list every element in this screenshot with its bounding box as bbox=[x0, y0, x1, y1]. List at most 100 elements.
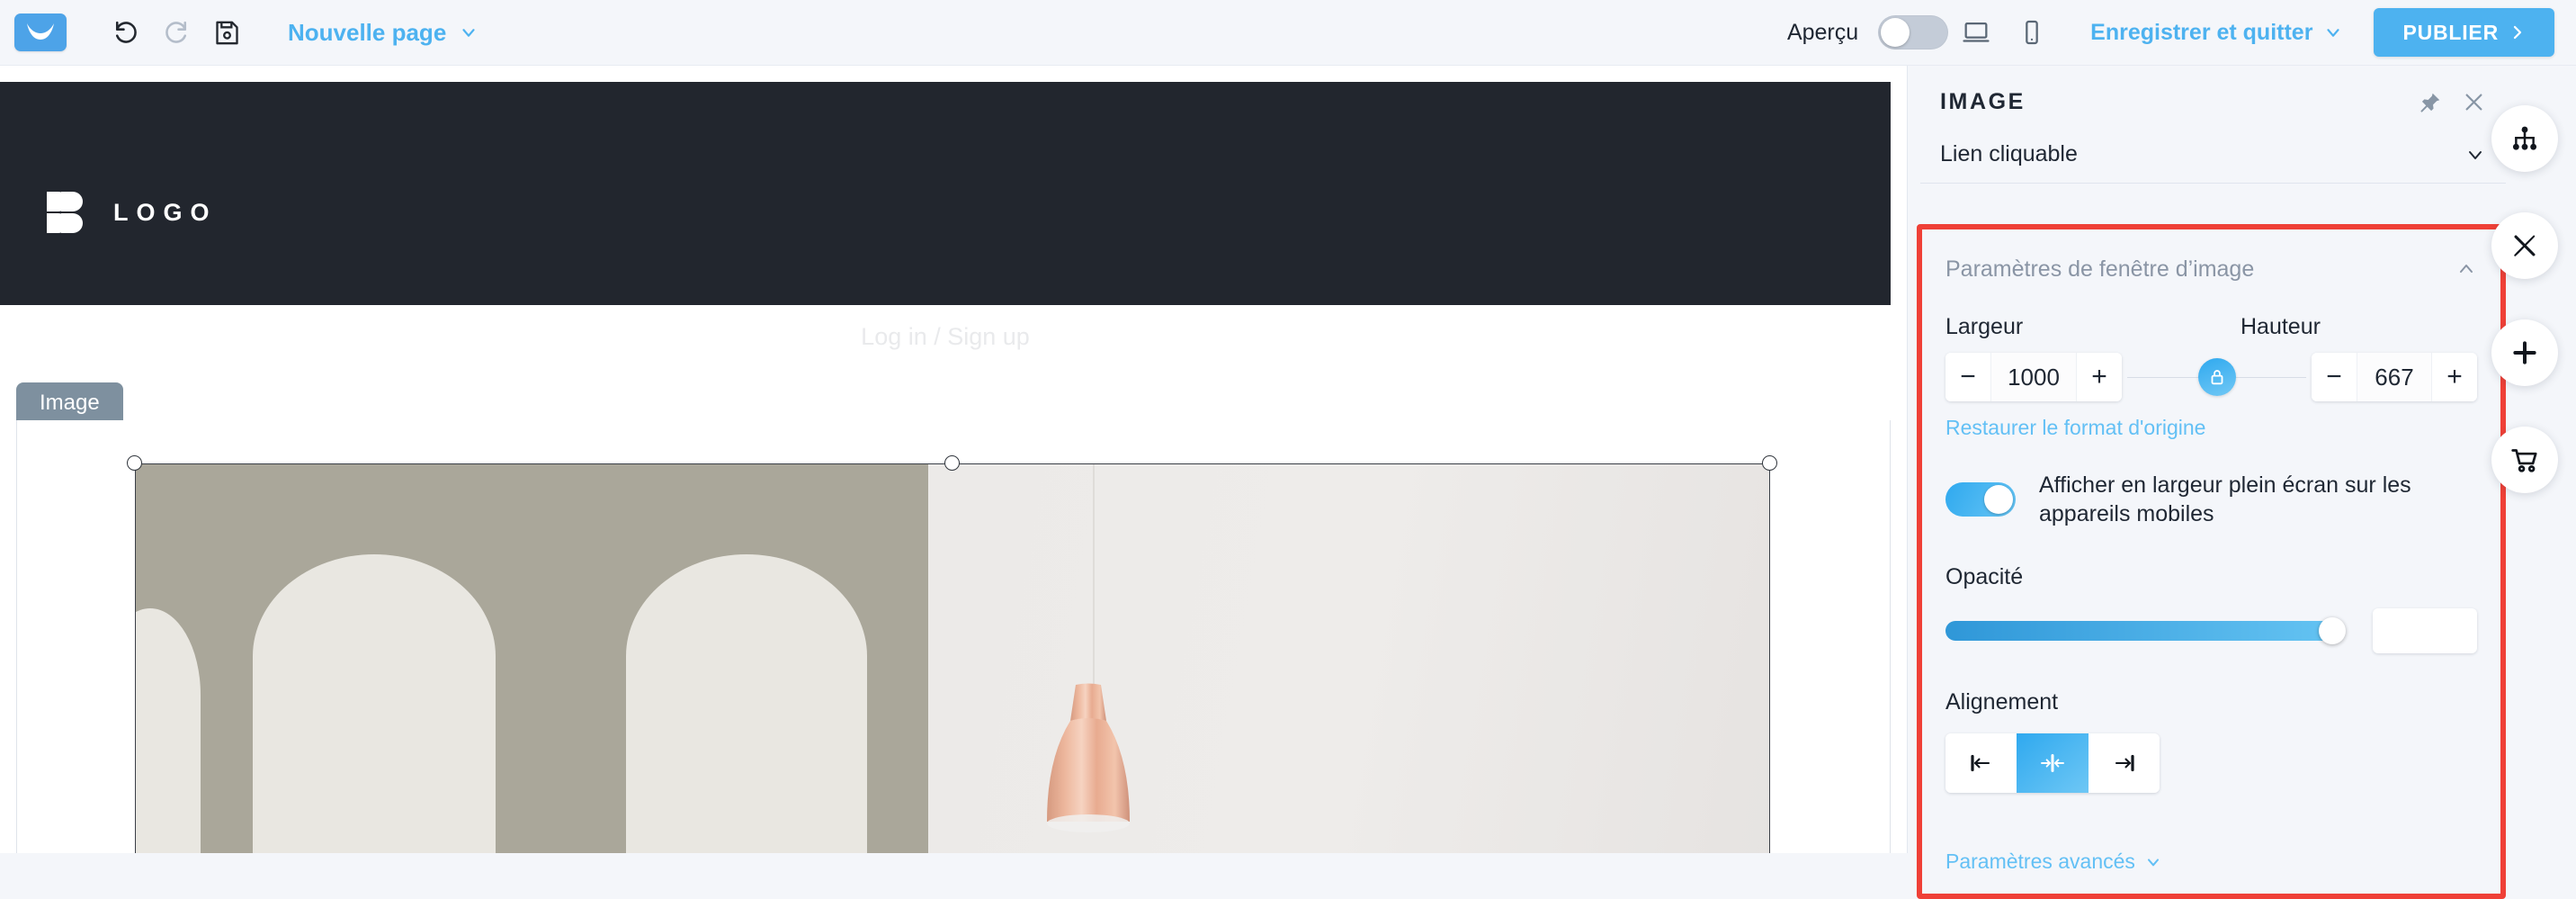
floating-action-rail bbox=[2491, 66, 2576, 853]
add-block-button[interactable] bbox=[2491, 319, 2558, 386]
sitemap-icon bbox=[2512, 126, 2537, 150]
align-right-button[interactable] bbox=[2088, 733, 2160, 793]
aspect-ratio-lock-button[interactable] bbox=[2197, 358, 2236, 396]
save-floppy-icon bbox=[215, 21, 238, 44]
window-settings-title: Paramètres de fenêtre d’image bbox=[1945, 256, 2255, 282]
width-stepper[interactable]: − + bbox=[1945, 353, 2122, 401]
clickable-link-row[interactable]: Lien cliquable bbox=[1920, 126, 2506, 184]
site-logo[interactable]: LOGO bbox=[47, 192, 218, 233]
dimension-labels: Largeur Hauteur bbox=[1945, 314, 2477, 340]
aspect-link-bridge bbox=[2122, 353, 2312, 401]
photo-arch bbox=[626, 554, 867, 853]
site-header-block[interactable]: LOGO Log in / Sign up bbox=[0, 82, 1891, 350]
photo-arch bbox=[136, 608, 201, 853]
undo-button[interactable] bbox=[101, 7, 151, 58]
pin-icon bbox=[2420, 93, 2440, 112]
width-decrement-button[interactable]: − bbox=[1945, 353, 1990, 401]
opacity-slider[interactable] bbox=[1945, 617, 2346, 644]
lock-closed-icon bbox=[2211, 370, 2223, 385]
structure-button[interactable] bbox=[2491, 105, 2558, 172]
photo-lamp-cord bbox=[1093, 464, 1096, 685]
plus-icon bbox=[2513, 341, 2536, 364]
image-photo bbox=[136, 464, 1769, 853]
products-button[interactable] bbox=[2491, 427, 2558, 493]
width-input[interactable] bbox=[1990, 353, 2077, 401]
shopping-cart-icon bbox=[2511, 449, 2537, 472]
resize-handle-top-right[interactable] bbox=[1762, 455, 1777, 471]
window-settings-section: Paramètres de fenêtre d’image Largeur Ha… bbox=[1922, 229, 2500, 894]
opacity-row bbox=[1945, 608, 2477, 653]
fullwidth-mobile-row: Afficher en largeur plein écran sur les … bbox=[1945, 471, 2477, 528]
chevron-down-icon bbox=[2147, 858, 2159, 866]
pin-button[interactable] bbox=[2419, 91, 2442, 114]
resize-handle-top-center[interactable] bbox=[944, 455, 960, 471]
dimension-steppers: − + − + bbox=[1945, 353, 2477, 401]
publish-button[interactable]: PUBLIER bbox=[2374, 8, 2554, 57]
pen-cross-icon bbox=[2514, 235, 2536, 256]
opacity-input[interactable] bbox=[2373, 608, 2477, 653]
close-panel-button[interactable] bbox=[2462, 90, 2486, 114]
site-nav-login-signup[interactable]: Log in / Sign up bbox=[0, 323, 1891, 351]
height-decrement-button[interactable]: − bbox=[2312, 353, 2357, 401]
close-x-icon bbox=[2465, 94, 2482, 111]
panel-header: IMAGE bbox=[1908, 66, 2518, 115]
brevo-logo-icon[interactable] bbox=[14, 13, 67, 51]
site-logo-text: LOGO bbox=[113, 198, 218, 226]
brevo-smile-glyph bbox=[27, 23, 54, 40]
image-settings-panel: IMAGE Lien cliquable Paramètres de fenêt… bbox=[1907, 66, 2518, 899]
height-input[interactable] bbox=[2357, 353, 2432, 401]
selected-block-tab[interactable]: Image bbox=[16, 382, 123, 425]
photo-pendant-lamp bbox=[1046, 683, 1130, 832]
chevron-right-icon bbox=[2513, 25, 2522, 40]
page-canvas[interactable]: LOGO Log in / Sign up Image bbox=[0, 66, 1907, 853]
align-center-icon bbox=[2041, 754, 2064, 772]
mobile-phone-icon bbox=[2026, 20, 2038, 45]
chevron-down-icon bbox=[2469, 150, 2482, 159]
advanced-settings-label: Paramètres avancés bbox=[1945, 850, 2135, 873]
alignment-group bbox=[1945, 733, 2160, 793]
undo-icon bbox=[115, 21, 137, 43]
window-settings-highlight: Paramètres de fenêtre d’image Largeur Ha… bbox=[1917, 224, 2506, 899]
window-settings-header[interactable]: Paramètres de fenêtre d’image bbox=[1945, 246, 2477, 292]
clickable-link-label: Lien cliquable bbox=[1940, 141, 2078, 166]
alignment-label: Alignement bbox=[1945, 689, 2059, 715]
align-left-button[interactable] bbox=[1945, 733, 2017, 793]
chevron-up-icon bbox=[2460, 265, 2473, 273]
fullwidth-mobile-toggle[interactable] bbox=[1945, 482, 2016, 517]
height-stepper[interactable]: − + bbox=[2312, 353, 2477, 401]
opacity-label: Opacité bbox=[1945, 564, 2024, 589]
save-and-exit-button[interactable]: Enregistrer et quitter bbox=[2090, 20, 2343, 46]
design-button[interactable] bbox=[2491, 212, 2558, 279]
preview-toggle[interactable] bbox=[1878, 15, 1949, 49]
chevron-down-icon bbox=[462, 29, 475, 37]
save-button[interactable] bbox=[201, 7, 252, 58]
fullwidth-mobile-label: Afficher en largeur plein écran sur les … bbox=[2039, 472, 2411, 526]
preview-toggle-knob bbox=[1881, 18, 1910, 47]
advanced-settings-link[interactable]: Paramètres avancés bbox=[1945, 850, 2162, 874]
fullwidth-toggle-knob bbox=[1984, 485, 2013, 514]
width-label: Largeur bbox=[1945, 314, 2024, 339]
desktop-view-button[interactable] bbox=[1948, 7, 2004, 58]
align-right-icon bbox=[2115, 754, 2134, 772]
selected-image[interactable] bbox=[135, 463, 1770, 853]
brand-b-mark-icon bbox=[47, 192, 83, 233]
page-selector[interactable]: Nouvelle page bbox=[288, 19, 479, 47]
preview-label: Aperçu bbox=[1786, 19, 1859, 45]
restore-original-ratio-link[interactable]: Restaurer le format d'origine bbox=[1945, 416, 2477, 440]
height-increment-button[interactable]: + bbox=[2432, 353, 2477, 401]
mobile-view-button[interactable] bbox=[2004, 7, 2060, 58]
redo-button[interactable] bbox=[151, 7, 201, 58]
top-toolbar: Nouvelle page Aperçu Enregistrer et quit… bbox=[0, 0, 2576, 66]
publish-label: PUBLIER bbox=[2402, 20, 2499, 44]
opacity-slider-thumb[interactable] bbox=[2319, 617, 2346, 644]
page-name-label: Nouvelle page bbox=[288, 18, 447, 46]
resize-handle-top-left[interactable] bbox=[127, 455, 142, 471]
photo-arch bbox=[253, 554, 496, 853]
width-increment-button[interactable]: + bbox=[2077, 353, 2122, 401]
height-label: Hauteur bbox=[2241, 314, 2321, 339]
align-center-button[interactable] bbox=[2017, 733, 2089, 793]
save-and-exit-label: Enregistrer et quitter bbox=[2090, 19, 2313, 45]
redo-icon bbox=[165, 21, 187, 43]
chevron-down-icon bbox=[2327, 29, 2340, 37]
align-left-icon bbox=[1971, 754, 1990, 772]
